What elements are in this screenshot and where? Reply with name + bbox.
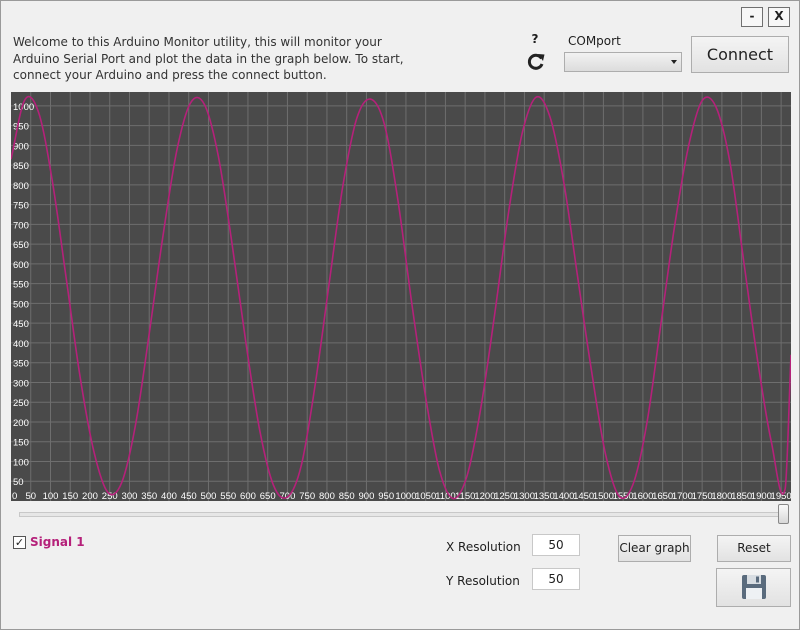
y-tick-label: 900: [13, 141, 29, 152]
y-tick-label: 650: [13, 240, 29, 251]
plot-area: 0 50 100 150 200 250 300 350 400 450 500 550 600 650 7…: [11, 92, 791, 501]
signal-1-label[interactable]: Signal 1: [30, 535, 85, 549]
y-tick-label: 200: [13, 418, 29, 429]
y-tick-label: 800: [13, 181, 29, 192]
y-tick-label: 750: [13, 201, 29, 212]
x-tick-label: 700: [280, 491, 296, 501]
close-button[interactable]: X: [768, 7, 790, 27]
x-tick-label: 1000: [395, 491, 416, 501]
y-tick-label: 250: [13, 398, 29, 409]
save-button[interactable]: [716, 568, 791, 607]
x-tick-label: 1100: [435, 491, 455, 501]
x-tick-label: 1850: [731, 491, 752, 501]
y-tick-label: 850: [13, 161, 29, 172]
y-resolution-input[interactable]: 50: [532, 568, 580, 590]
x-tick-label: 1050: [415, 491, 436, 501]
connect-button[interactable]: Connect: [691, 36, 789, 73]
x-tick-label: 1400: [553, 491, 574, 501]
y-tick-label: 600: [13, 260, 29, 271]
y-resolution-label: Y Resolution: [446, 574, 520, 588]
minimize-button[interactable]: -: [741, 7, 763, 27]
y-tick-label: 400: [13, 339, 29, 350]
y-tick-label: 700: [13, 220, 29, 231]
welcome-text: Welcome to this Arduino Monitor utility,…: [13, 35, 404, 82]
x-tick-label: 550: [220, 491, 236, 501]
x-tick-label: 850: [339, 491, 355, 501]
x-tick-label: 1900: [751, 491, 772, 501]
signal-1-checkbox[interactable]: ✓: [13, 536, 26, 549]
y-tick-label: 50: [13, 477, 24, 488]
x-tick-label: 1500: [593, 491, 614, 501]
reset-button[interactable]: Reset: [717, 535, 791, 562]
x-tick-label: 1550: [613, 491, 634, 501]
x-tick-label: 300: [122, 491, 138, 501]
y-tick-label: 100: [13, 457, 29, 468]
x-tick-label: 1450: [573, 491, 594, 501]
x-tick-label: 950: [378, 491, 394, 501]
x-tick-label: 1800: [711, 491, 732, 501]
y-tick-label: 150: [13, 438, 29, 449]
x-tick-label: 1650: [652, 491, 673, 501]
y-tick-label: 300: [13, 378, 29, 389]
chevron-down-icon: [671, 60, 677, 64]
x-tick-label: 500: [201, 491, 217, 501]
x-tick-label: 650: [260, 491, 276, 501]
x-tick-label: 800: [319, 491, 335, 501]
slider-thumb[interactable]: [778, 504, 789, 524]
x-tick-label: 100: [43, 491, 59, 501]
x-tick-label: 1250: [494, 491, 515, 501]
com-port-label: COMport: [568, 34, 621, 48]
x-tick-label: 450: [181, 491, 197, 501]
y-tick-label: 350: [13, 359, 29, 370]
com-port-dropdown[interactable]: [564, 52, 682, 72]
x-tick-label: 400: [161, 491, 177, 501]
x-tick-label: 600: [240, 491, 256, 501]
x-tick-label: 1350: [534, 491, 555, 501]
x-tick-label: 750: [299, 491, 315, 501]
y-tick-label: 450: [13, 319, 29, 330]
x-tick-label: 0: [12, 491, 17, 501]
help-button[interactable]: ?: [522, 32, 548, 48]
floppy-disk-icon: [741, 575, 766, 599]
refresh-icon[interactable]: [523, 51, 549, 73]
x-tick-label: 50: [25, 491, 36, 501]
x-tick-label: 1700: [672, 491, 693, 501]
x-tick-label: 1300: [514, 491, 535, 501]
x-scroll-slider[interactable]: [19, 512, 787, 517]
x-resolution-input[interactable]: 50: [532, 534, 580, 556]
y-tick-label: 550: [13, 280, 29, 291]
x-tick-label: 1600: [632, 491, 653, 501]
plot-background: [11, 92, 791, 501]
x-resolution-label: X Resolution: [446, 540, 521, 554]
x-tick-label: 900: [359, 491, 375, 501]
x-tick-label: 1750: [692, 491, 713, 501]
y-tick-label: 950: [13, 122, 29, 133]
x-tick-label: 1200: [474, 491, 495, 501]
y-tick-label: 500: [13, 299, 29, 310]
clear-graph-button[interactable]: Clear graph: [618, 535, 691, 562]
x-tick-label: 350: [141, 491, 157, 501]
x-tick-label: 200: [82, 491, 98, 501]
main-window: - X Welcome to this Arduino Monitor util…: [0, 0, 800, 630]
x-tick-label: 150: [62, 491, 78, 501]
